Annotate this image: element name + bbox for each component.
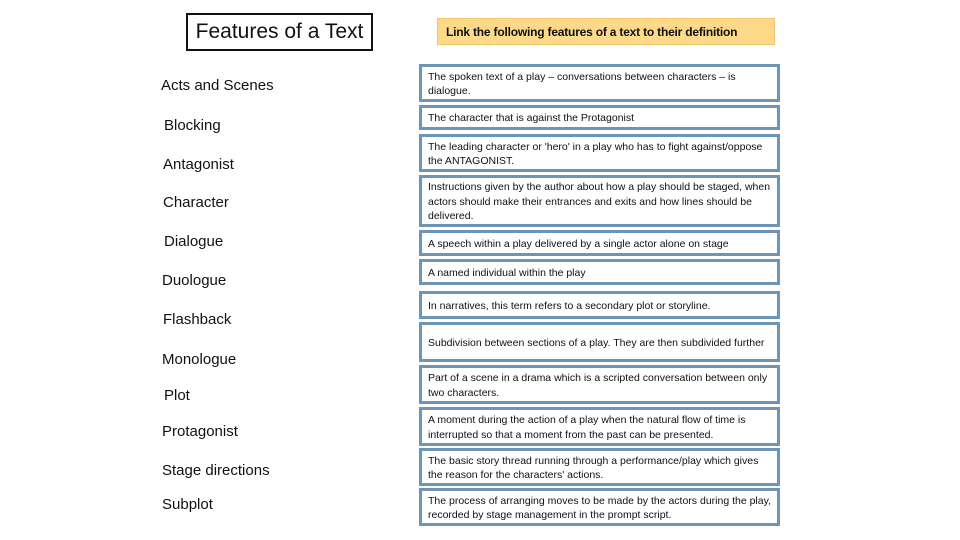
term-item[interactable]: Character xyxy=(163,194,229,211)
term-item[interactable]: Subplot xyxy=(162,496,213,513)
definition-text: The process of arranging moves to be mad… xyxy=(428,494,771,522)
definition-text: In narratives, this term refers to a sec… xyxy=(428,299,711,312)
definition-text: The basic story thread running through a… xyxy=(428,454,759,482)
term-item[interactable]: Flashback xyxy=(163,311,231,328)
term-item[interactable]: Antagonist xyxy=(163,156,234,173)
definition-box[interactable]: A speech within a play delivered by a si… xyxy=(419,230,780,256)
definition-text: A speech within a play delivered by a si… xyxy=(428,237,729,250)
definition-box[interactable]: The spoken text of a play – conversation… xyxy=(419,64,780,102)
term-item[interactable]: Plot xyxy=(164,387,190,404)
term-item[interactable]: Blocking xyxy=(164,117,221,134)
definition-box[interactable]: Part of a scene in a drama which is a sc… xyxy=(419,365,780,404)
definition-box[interactable]: A named individual within the play xyxy=(419,259,780,285)
term-item[interactable]: Acts and Scenes xyxy=(161,77,274,94)
term-item[interactable]: Stage directions xyxy=(162,462,270,479)
definition-box[interactable]: The leading character or 'hero' in a pla… xyxy=(419,134,780,172)
definition-box[interactable]: A moment during the action of a play whe… xyxy=(419,407,780,446)
instruction-banner: Link the following features of a text to… xyxy=(437,18,775,45)
definition-text: A moment during the action of a play whe… xyxy=(428,414,746,441)
definition-box[interactable]: The process of arranging moves to be mad… xyxy=(419,488,780,526)
definition-text: The character that is against the Protag… xyxy=(428,112,635,125)
term-item[interactable]: Monologue xyxy=(162,351,236,368)
definition-text: The leading character or 'hero' in a pla… xyxy=(428,140,763,168)
definition-box[interactable]: Instructions given by the author about h… xyxy=(419,175,780,227)
definition-box[interactable]: Subdivision between sections of a play. … xyxy=(419,322,780,362)
definition-text: Subdivision between sections of a play. … xyxy=(428,336,765,349)
definition-box[interactable]: In narratives, this term refers to a sec… xyxy=(419,291,780,319)
term-item[interactable]: Protagonist xyxy=(162,423,238,440)
definition-box[interactable]: The character that is against the Protag… xyxy=(419,105,780,130)
definition-text: A named individual within the play xyxy=(428,266,586,279)
definition-text: Part of a scene in a drama which is a sc… xyxy=(428,372,768,399)
definition-text: The spoken text of a play – conversation… xyxy=(428,70,736,98)
definition-box[interactable]: The basic story thread running through a… xyxy=(419,448,780,486)
term-item[interactable]: Duologue xyxy=(162,272,226,289)
term-item[interactable]: Dialogue xyxy=(164,233,223,250)
page-title: Features of a Text xyxy=(186,13,373,51)
definition-text: Instructions given by the author about h… xyxy=(428,181,771,223)
